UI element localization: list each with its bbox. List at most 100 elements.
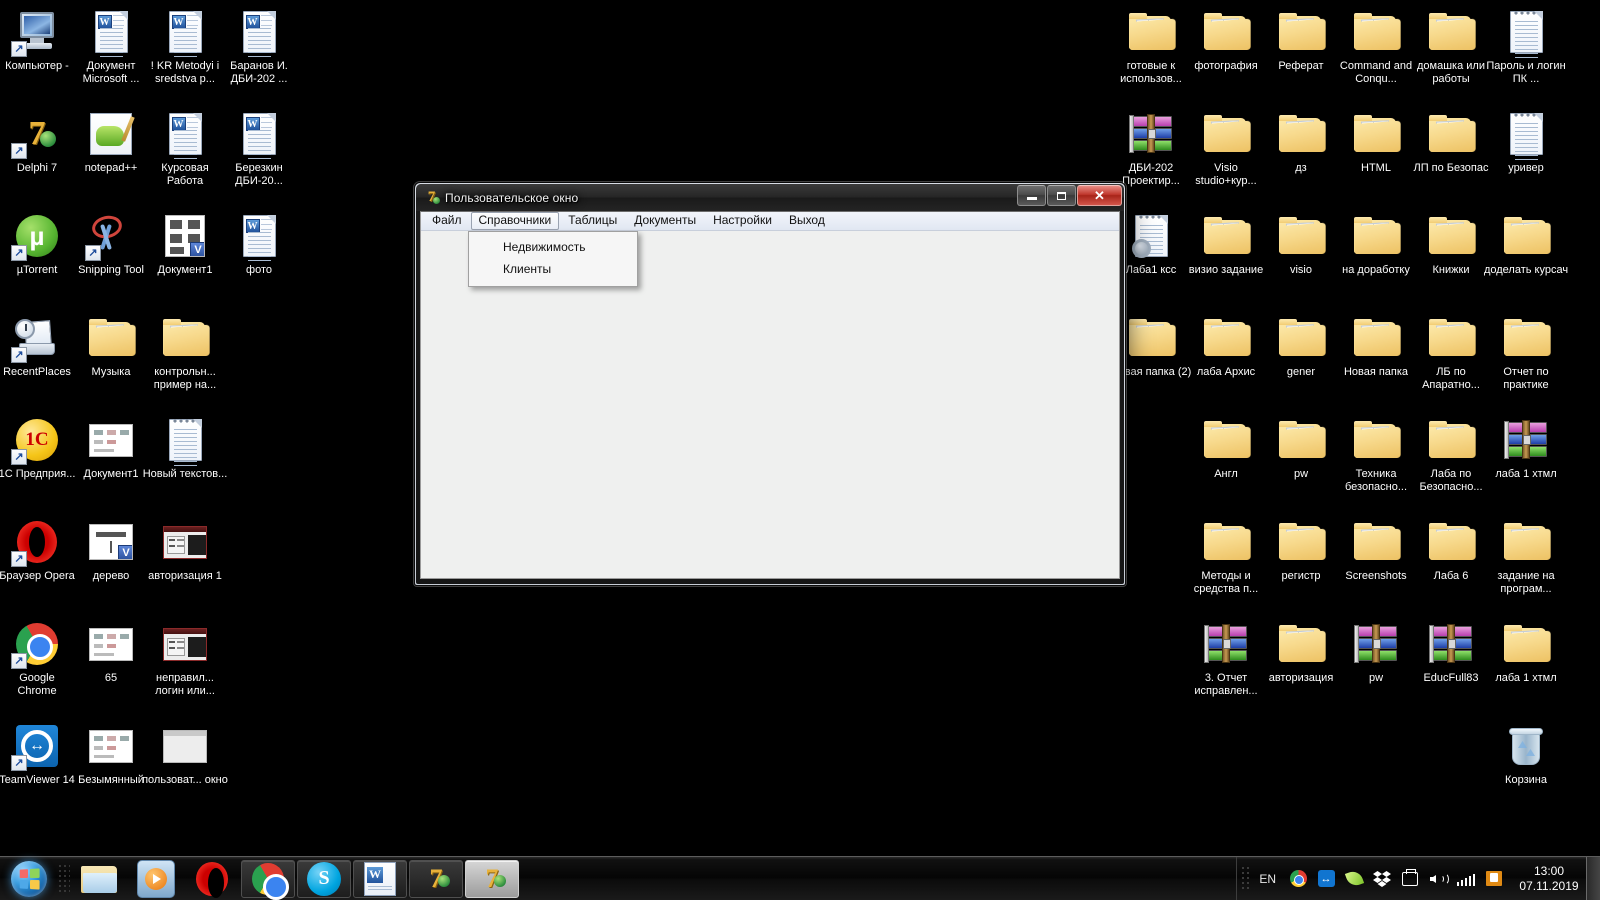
desktop-icon-right-34[interactable]: Лаба 6 — [1414, 512, 1488, 614]
desktop-icon-right-21[interactable]: Новая папка — [1339, 308, 1413, 410]
desktop-icon-right-33[interactable]: Screenshots — [1339, 512, 1413, 614]
desktop-icon-right-10[interactable]: ЛП по Безопас — [1413, 104, 1489, 206]
desktop-icon-left-14[interactable]: контрольн... пример на... — [148, 308, 222, 410]
desktop-icon-left-22[interactable]: авторизация 1 — [148, 512, 222, 614]
taskbar-opera-button[interactable] — [185, 860, 239, 898]
desktop-icon-right-13[interactable]: визио задание — [1189, 206, 1263, 308]
window-titlebar[interactable]: 7 Пользовательское окно ✕ — [416, 184, 1124, 211]
desktop-icon-right-5[interactable]: Пароль и логин ПК ... — [1486, 2, 1566, 104]
desktop-icon-left-6[interactable]: W Курсовая Работа — [148, 104, 222, 206]
desktop-icon-right-11[interactable]: уривер — [1489, 104, 1563, 206]
taskbar-chrome-button[interactable] — [241, 859, 295, 900]
desktop-icon-right-7[interactable]: Visio studio+кур... — [1189, 104, 1263, 206]
chrome-tray-icon[interactable] — [1287, 868, 1309, 890]
start-button[interactable] — [2, 858, 56, 900]
dropbox-tray-icon[interactable] — [1371, 868, 1393, 890]
desktop-icon-right-39[interactable]: pw — [1339, 614, 1413, 716]
dropdown-item-1[interactable]: Клиенты — [469, 258, 637, 280]
desktop-icon-right-31[interactable]: Методы и средства п... — [1189, 512, 1263, 614]
minimize-button[interactable] — [1017, 185, 1046, 206]
menu-item-1[interactable]: Справочники — [470, 212, 560, 230]
desktop-icon-left-9[interactable]: Snipping Tool — [74, 206, 148, 308]
desktop-icon-right-22[interactable]: ЛБ по Апаратно... — [1414, 308, 1488, 410]
desktop-icon-left-25[interactable]: 65 — [74, 614, 148, 716]
desktop-icon-right-29[interactable]: лаба 1 хтмл — [1489, 410, 1563, 512]
desktop-icon-left-18[interactable]: Новый текстов... — [143, 410, 227, 512]
desktop-icon-left-0[interactable]: Компьютер - — [0, 2, 74, 104]
desktop-icon-left-21[interactable]: Vдерево — [74, 512, 148, 614]
desktop-icon-right-25[interactable]: Англ — [1189, 410, 1263, 512]
desktop-icon-left-4[interactable]: 7 Delphi 7 — [0, 104, 74, 206]
taskbar-skype-button[interactable]: S — [297, 859, 351, 898]
desktop-icon-left-11[interactable]: Wфото — [222, 206, 296, 308]
desktop-icon-right-2[interactable]: Реферат — [1264, 2, 1338, 104]
desktop-icon-right-20[interactable]: gener — [1264, 308, 1338, 410]
tray-expand-grip[interactable] — [1241, 865, 1252, 892]
taskbar-word-button[interactable]: W — [353, 859, 407, 898]
taskbar-delphi-button[interactable]: 7 — [409, 859, 463, 898]
desktop-icon-left-3[interactable]: W Баранов И. ДБИ-202 ... — [222, 2, 296, 104]
desktop-icon-right-0[interactable]: готовые к использов... — [1114, 2, 1188, 104]
desktop-icon-left-8[interactable]: µ µTorrent — [0, 206, 74, 308]
desktop-icon-right-19[interactable]: лаба Архис — [1189, 308, 1263, 410]
application-window[interactable]: 7 Пользовательское окно ✕ Файл Справочник… — [414, 182, 1126, 586]
desktop-icon-left-5[interactable]: notepad++ — [74, 104, 148, 206]
dropdown-item-0[interactable]: Недвижимость — [469, 236, 637, 258]
desktop-icon-left-29[interactable]: Безымянный — [74, 716, 148, 818]
taskbar-user-window-button[interactable]: 7 — [465, 859, 519, 898]
desktop-icon-right-38[interactable]: авторизация — [1264, 614, 1338, 716]
network-tray-icon[interactable] — [1455, 868, 1477, 890]
desktop-icon-right-8[interactable]: дз — [1264, 104, 1338, 206]
printer-tray-icon[interactable] — [1399, 868, 1421, 890]
desktop-icon-right-40[interactable]: EducFull83 — [1414, 614, 1488, 716]
desktop-icon-left-17[interactable]: Документ1 — [74, 410, 148, 512]
close-button[interactable]: ✕ — [1077, 185, 1122, 206]
menu-item-3[interactable]: Документы — [626, 212, 704, 230]
desktop-icon-left-28[interactable]: ↔ TeamViewer 14 — [0, 716, 75, 818]
desktop-icon-right-41[interactable]: лаба 1 хтмл — [1489, 614, 1563, 716]
menu-item-4[interactable]: Настройки — [705, 212, 780, 230]
menu-item-0[interactable]: Файл — [424, 212, 470, 230]
desktop-icon-right-1[interactable]: фотография — [1189, 2, 1263, 104]
desktop-icon-right-37[interactable]: 3. Отчет исправлен... — [1189, 614, 1263, 716]
desktop-icon-label: Документ1 — [83, 468, 139, 480]
menu-item-2[interactable]: Таблицы — [560, 212, 625, 230]
desktop-icon-right-14[interactable]: visio — [1264, 206, 1338, 308]
desktop-icon-left-1[interactable]: W Документ Microsoft ... — [74, 2, 148, 104]
desktop-icon-right-28[interactable]: Лаба по Безопасно... — [1414, 410, 1488, 512]
desktop-icon-left-16[interactable]: 1C 1C Предприя... — [0, 410, 75, 512]
desktop-icon-left-20[interactable]: Браузер Opera — [0, 512, 75, 614]
leaf-tray-icon[interactable] — [1343, 868, 1365, 890]
menu-item-5[interactable]: Выход — [781, 212, 833, 230]
desktop-icon-left-7[interactable]: W Березкин ДБИ-20... — [222, 104, 296, 206]
taskbar-media-player-button[interactable] — [129, 859, 183, 898]
desktop-icon-left-26[interactable]: неправил... логин или... — [148, 614, 222, 716]
dropdown-menu-spravochniki[interactable]: Недвижимость Клиенты — [468, 231, 638, 287]
desktop-icon-right-3[interactable]: Command and Conqu... — [1339, 2, 1413, 104]
desktop-icon-right-15[interactable]: на доработку — [1339, 206, 1413, 308]
volume-tray-icon[interactable] — [1427, 868, 1449, 890]
desktop-icon-right-17[interactable]: доделать курсач — [1484, 206, 1568, 308]
desktop-icon-left-12[interactable]: RecentPlaces — [0, 308, 74, 410]
desktop-icon-right-16[interactable]: Книжки — [1414, 206, 1488, 308]
teamviewer-tray-icon[interactable]: ↔ — [1315, 868, 1337, 890]
action-center-tray-icon[interactable] — [1483, 868, 1505, 890]
language-indicator[interactable]: EN — [1259, 872, 1276, 886]
show-desktop-button[interactable] — [1586, 856, 1600, 900]
desktop-icon-left-13[interactable]: Музыка — [74, 308, 148, 410]
desktop-icon-right-4[interactable]: домашка или работы — [1414, 2, 1488, 104]
desktop-icon-right-23[interactable]: Отчет по практике — [1489, 308, 1563, 410]
desktop-icon-right-27[interactable]: Техника безопасно... — [1339, 410, 1413, 512]
desktop-icon-left-10[interactable]: V Документ1 — [148, 206, 222, 308]
desktop-icon-right-9[interactable]: HTML — [1339, 104, 1413, 206]
desktop-icon-right-35[interactable]: задание на програм... — [1489, 512, 1563, 614]
maximize-button[interactable] — [1047, 185, 1076, 206]
desktop-icon-right-32[interactable]: регистр — [1264, 512, 1338, 614]
taskbar-explorer-button[interactable] — [73, 860, 127, 898]
desktop-icon-left-30[interactable]: пользоват... окно — [142, 716, 228, 818]
desktop-icon-right-26[interactable]: pw — [1264, 410, 1338, 512]
desktop-icon-left-24[interactable]: Google Chrome — [0, 614, 74, 716]
clock[interactable]: 13:00 07.11.2019 — [1518, 864, 1580, 894]
desktop-icon-right-47[interactable]: Корзина — [1489, 716, 1563, 818]
desktop-icon-left-2[interactable]: W! KR Metodyi i sredstva p... — [148, 2, 222, 104]
